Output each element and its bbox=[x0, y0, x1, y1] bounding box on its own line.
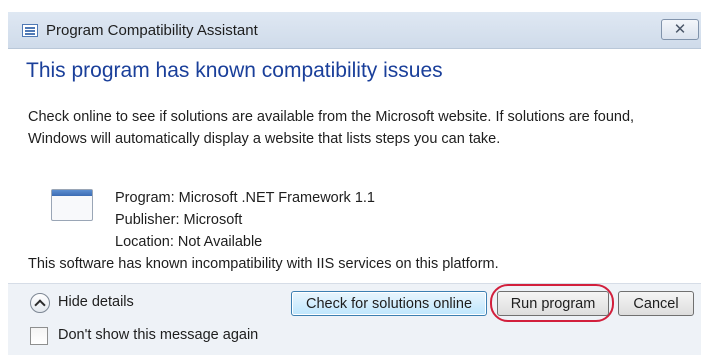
window-title: Program Compatibility Assistant bbox=[46, 22, 258, 39]
application-window-icon bbox=[51, 189, 93, 221]
app-icon bbox=[22, 24, 38, 37]
title-bar[interactable]: Program Compatibility Assistant ✕ bbox=[8, 12, 701, 49]
check-solutions-online-button[interactable]: Check for solutions online bbox=[291, 291, 487, 316]
program-publisher: Publisher: Microsoft bbox=[115, 212, 243, 228]
dialog-footer: Hide details Check for solutions online … bbox=[8, 283, 701, 355]
hide-details-toggle[interactable]: Hide details bbox=[58, 294, 134, 310]
dialog-heading: This program has known compatibility iss… bbox=[26, 59, 443, 82]
dont-show-again-label[interactable]: Don't show this message again bbox=[58, 327, 258, 343]
close-icon: ✕ bbox=[673, 21, 687, 38]
cancel-button[interactable]: Cancel bbox=[618, 291, 694, 316]
compatibility-dialog: Program Compatibility Assistant ✕ This p… bbox=[8, 12, 701, 355]
program-location: Location: Not Available bbox=[115, 234, 263, 250]
run-program-button[interactable]: Run program bbox=[497, 291, 609, 316]
program-name: Program: Microsoft .NET Framework 1.1 bbox=[115, 190, 375, 206]
chevron-up-icon[interactable] bbox=[30, 293, 50, 313]
incompatibility-warning: This software has known incompatibility … bbox=[28, 256, 499, 272]
close-button[interactable]: ✕ bbox=[661, 19, 699, 40]
dont-show-again-checkbox[interactable] bbox=[30, 327, 48, 345]
dialog-description: Check online to see if solutions are ava… bbox=[28, 109, 635, 147]
main-content: This program has known compatibility iss… bbox=[8, 49, 701, 283]
program-details: Program: Microsoft .NET Framework 1.1 Pu… bbox=[115, 187, 375, 253]
